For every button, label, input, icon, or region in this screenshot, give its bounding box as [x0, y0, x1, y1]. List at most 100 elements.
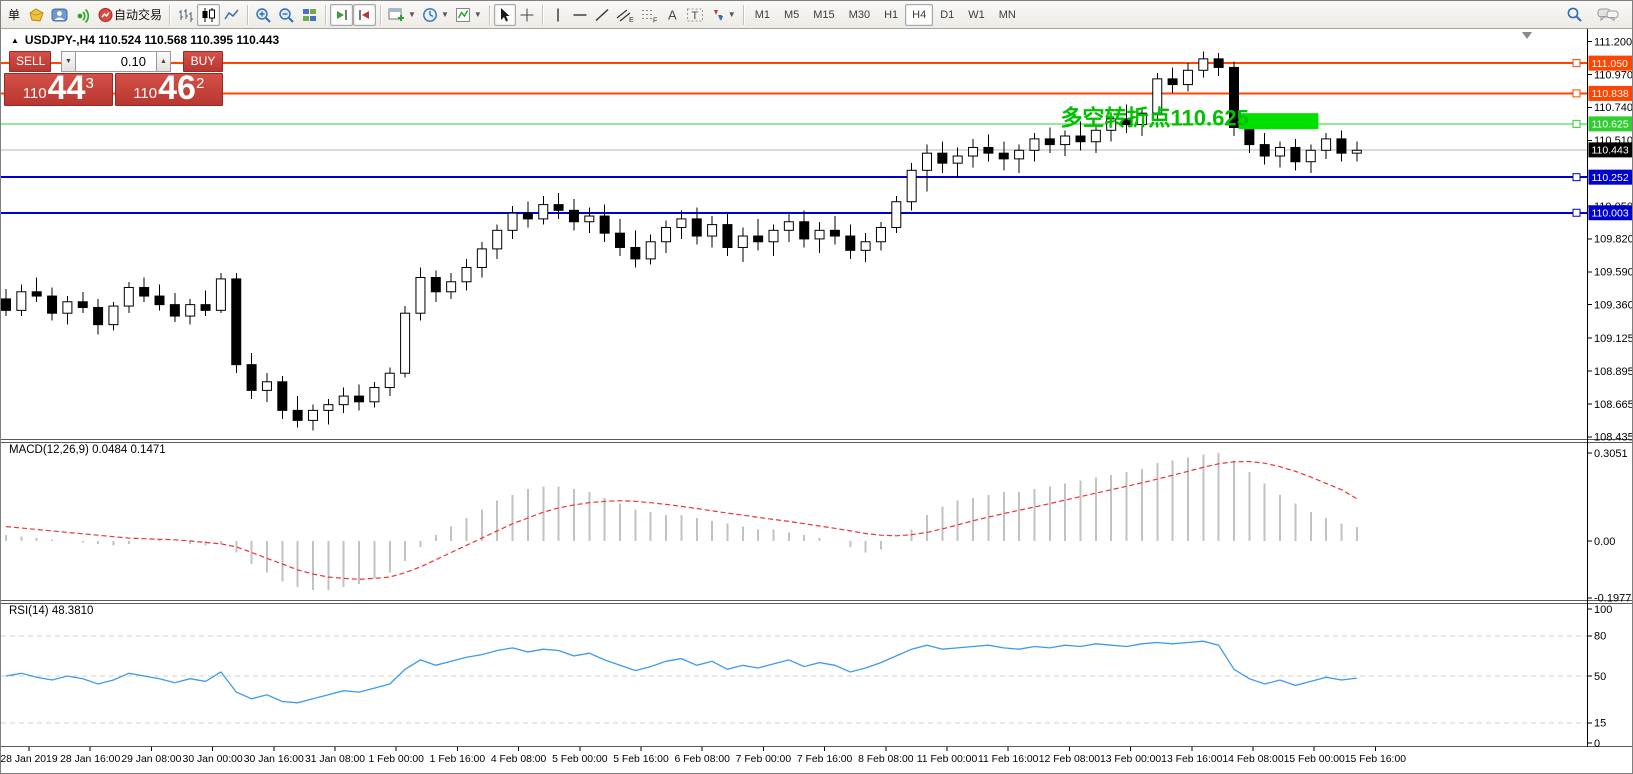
timeframe-m5-button[interactable]: M5 — [777, 4, 806, 26]
candle — [401, 313, 410, 373]
text-label-icon: T — [686, 7, 704, 23]
svg-text:T: T — [691, 10, 698, 22]
candle — [800, 222, 809, 239]
timeframe-m30-button[interactable]: M30 — [842, 4, 877, 26]
text-tool-button[interactable]: A — [661, 4, 683, 26]
price-tick-label: 110.510 — [1594, 135, 1633, 147]
label-tool-button[interactable]: T — [683, 4, 707, 26]
candle — [416, 277, 425, 313]
candle — [247, 365, 256, 391]
timeframe-mn-button[interactable]: MN — [992, 4, 1023, 26]
candle — [953, 156, 962, 163]
bar-chart-mode-button[interactable] — [174, 4, 197, 26]
timeframe-w1-button[interactable]: W1 — [961, 4, 992, 26]
chat-button[interactable] — [1594, 4, 1622, 26]
community-button[interactable] — [48, 4, 71, 26]
candle — [293, 410, 302, 420]
candlestick-mode-button[interactable] — [197, 4, 220, 26]
dropdown-arrow-icon: ▼ — [474, 10, 482, 19]
candle — [1137, 113, 1146, 124]
candle — [769, 230, 778, 241]
time-axis-label: 13 Feb 16:00 — [1161, 754, 1222, 765]
line-chart-mode-button[interactable] — [220, 4, 243, 26]
line-handle — [1573, 209, 1580, 216]
candle — [1214, 59, 1223, 68]
candle — [784, 222, 793, 231]
time-axis-label: 28 Jan 2019 — [1, 754, 58, 765]
indicators-button[interactable]: ▼ — [452, 4, 485, 26]
symbol-ohlc-text: USDJPY-,H4 110.524 110.568 110.395 110.4… — [25, 33, 279, 47]
auto-scroll-icon — [333, 7, 350, 23]
trendline-tool-button[interactable] — [591, 4, 613, 26]
candle — [262, 382, 271, 391]
zoom-out-button[interactable] — [275, 4, 298, 26]
candle — [600, 216, 609, 233]
candle — [723, 225, 732, 248]
candle — [48, 296, 57, 313]
line-handle — [1573, 90, 1580, 97]
candle — [754, 236, 763, 242]
candle — [677, 219, 686, 228]
new-chart-button[interactable]: ▼ — [385, 4, 419, 26]
chart-shift-button[interactable] — [353, 4, 376, 26]
timeframe-m15-button[interactable]: M15 — [806, 4, 841, 26]
time-axis-label: 1 Feb 00:00 — [368, 754, 424, 765]
candle — [1183, 70, 1192, 84]
horizontal-line-tool-button[interactable] — [569, 4, 591, 26]
zoom-in-button[interactable] — [252, 4, 275, 26]
separator — [542, 5, 543, 25]
timeframe-h4-button[interactable]: H4 — [905, 4, 933, 26]
volume-input[interactable] — [76, 51, 156, 72]
autotrade-button[interactable]: 自动交易 — [94, 4, 165, 26]
separator — [247, 5, 248, 25]
collapse-panel-triangle-icon[interactable]: ▲ — [11, 36, 19, 45]
macd-label: MACD(12,26,9) 0.0484 0.1471 — [9, 444, 166, 456]
zoom-in-icon — [255, 7, 272, 23]
time-axis-label: 6 Feb 08:00 — [674, 754, 730, 765]
crosshair-tool-button[interactable] — [516, 4, 538, 26]
candle — [861, 242, 870, 251]
candle — [708, 225, 717, 236]
line-handle — [1573, 174, 1580, 181]
candle — [1153, 79, 1162, 113]
candle — [969, 147, 978, 156]
time-axis-label: 8 Feb 08:00 — [858, 754, 914, 765]
price-tick-label: 109.125 — [1594, 333, 1633, 345]
zoom-out-icon — [278, 7, 295, 23]
candle — [1260, 145, 1269, 156]
sell-price-button[interactable]: 110443 — [4, 73, 113, 106]
cursor-tool-button[interactable] — [494, 4, 516, 26]
fibonacci-tool-button[interactable]: F — [637, 4, 661, 26]
timeframe-d1-button[interactable]: D1 — [933, 4, 961, 26]
candle — [462, 267, 471, 281]
buy-price-prefix: 110 — [133, 86, 157, 103]
autotrade-icon — [97, 7, 114, 23]
candle — [2, 299, 11, 310]
period-button[interactable]: ▼ — [419, 4, 452, 26]
price-tick-label: 108.895 — [1594, 366, 1633, 378]
buy-price-button[interactable]: 110462 — [115, 73, 224, 106]
trendline-icon — [594, 7, 610, 23]
tile-windows-button[interactable] — [298, 4, 321, 26]
timeframe-m1-button[interactable]: M1 — [748, 4, 777, 26]
macd-signal-line — [6, 462, 1357, 580]
channel-tool-button[interactable]: E — [613, 4, 637, 26]
candle — [999, 153, 1008, 159]
sell-price-prefix: 110 — [23, 86, 47, 103]
time-axis-label: 30 Jan 00:00 — [183, 754, 243, 765]
arrows-tool-button[interactable]: ▼ — [707, 4, 739, 26]
candle — [32, 292, 41, 296]
search-button[interactable] — [1563, 4, 1586, 26]
timeframe-h1-button[interactable]: H1 — [877, 4, 905, 26]
gold-promo-button[interactable] — [25, 4, 48, 26]
price-tick-label: 110.740 — [1594, 102, 1633, 114]
sell-button[interactable]: SELL — [9, 51, 51, 72]
toolbar: 单 自动交易 — [1, 1, 1632, 29]
signals-button[interactable] — [71, 4, 94, 26]
line-chart-icon — [223, 7, 240, 23]
candle — [876, 227, 885, 241]
auto-scroll-button[interactable] — [330, 4, 353, 26]
vertical-line-tool-button[interactable] — [547, 4, 569, 26]
candle — [431, 277, 440, 291]
new-order-button[interactable]: 单 — [3, 4, 25, 26]
